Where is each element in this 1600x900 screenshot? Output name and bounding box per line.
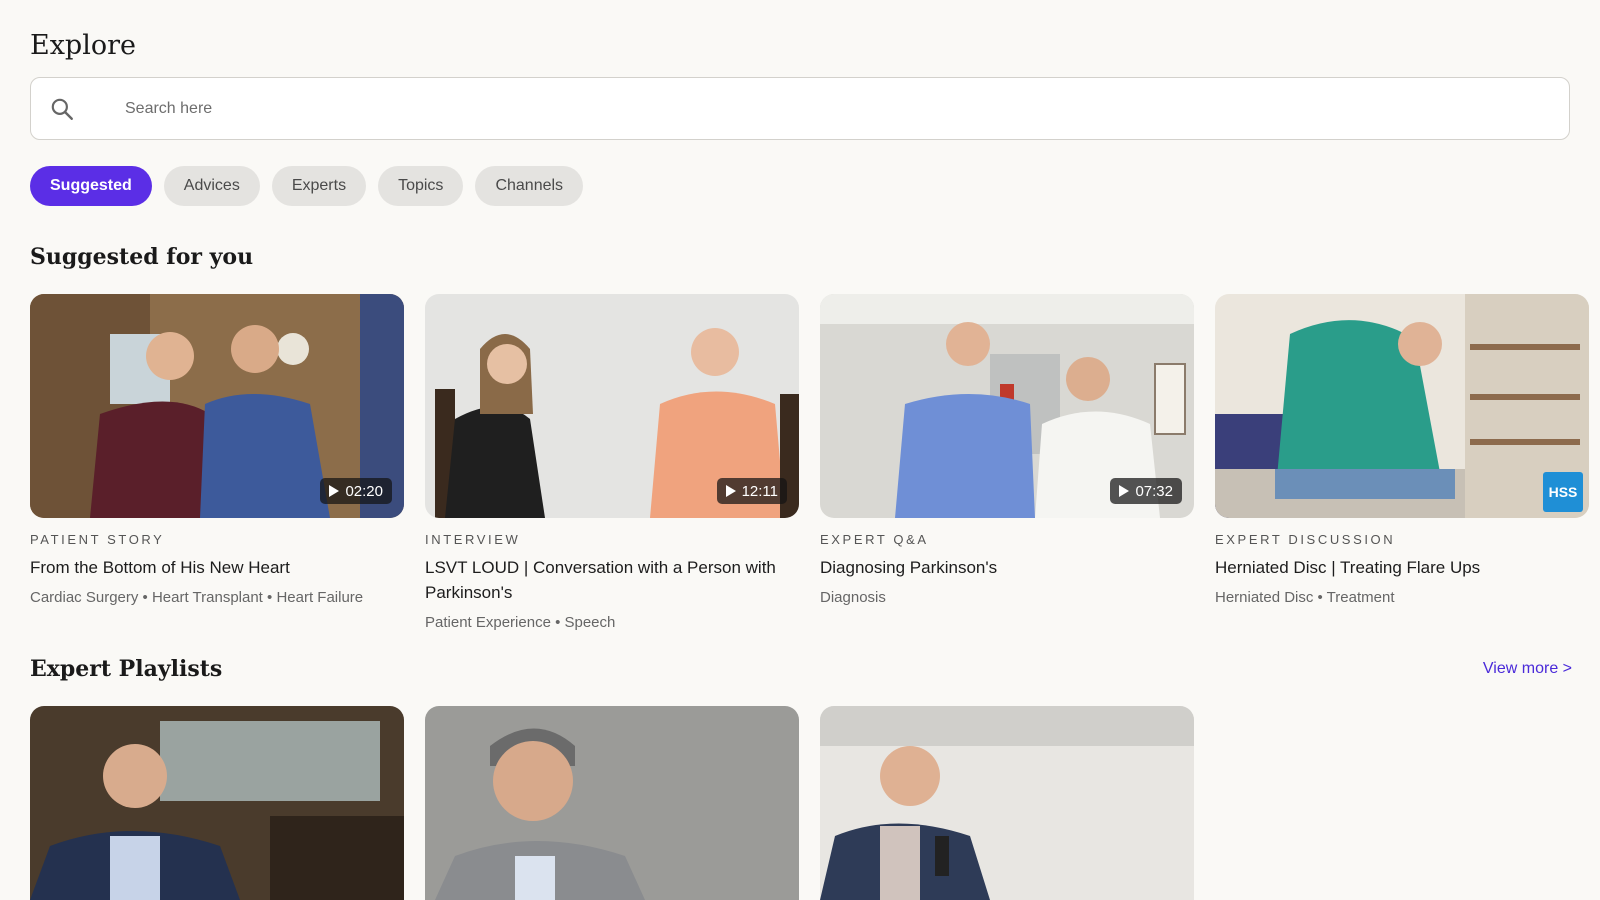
video-thumbnail[interactable]: 12:11 [425, 294, 799, 518]
duration-badge: 02:20 [320, 478, 392, 504]
play-icon [1119, 485, 1130, 497]
video-card[interactable]: HSS EXPERT DISCUSSION Herniated Disc | T… [1215, 294, 1589, 610]
video-tags: Cardiac Surgery • Heart Transplant • Hea… [30, 589, 364, 606]
filter-chip-advices[interactable]: Advices [163, 166, 260, 206]
page-title: Explore [30, 30, 136, 61]
video-thumbnail[interactable]: HSS [1215, 294, 1589, 518]
video-card[interactable]: 12:11 INTERVIEW LSVT LOUD | Conversation… [425, 294, 799, 635]
video-title[interactable]: LSVT LOUD | Conversation with a Person w… [425, 555, 799, 605]
search-bar[interactable] [30, 77, 1570, 140]
video-category: PATIENT STORY [30, 532, 165, 547]
filter-chip-experts[interactable]: Experts [271, 166, 367, 206]
video-tags: Patient Experience • Speech [425, 614, 616, 631]
playlist-card[interactable] [425, 706, 799, 900]
video-thumbnail[interactable]: 07:32 [820, 294, 1194, 518]
section-title-suggested: Suggested for you [30, 244, 254, 270]
filter-chip-channels[interactable]: Channels [475, 166, 584, 206]
video-tags: Herniated Disc • Treatment [1215, 589, 1395, 606]
video-thumbnail[interactable]: 02:20 [30, 294, 404, 518]
filter-chip-suggested[interactable]: Suggested [30, 166, 152, 206]
video-card[interactable]: 07:32 EXPERT Q&A Diagnosing Parkinson's … [820, 294, 1194, 610]
playlist-card[interactable] [30, 706, 404, 900]
video-category: EXPERT Q&A [820, 532, 929, 547]
filter-chip-topics[interactable]: Topics [378, 166, 464, 206]
video-title[interactable]: Diagnosing Parkinson's [820, 555, 1194, 580]
search-icon [51, 98, 73, 120]
playlist-card[interactable] [820, 706, 1194, 900]
hss-logo: HSS [1543, 472, 1583, 512]
play-icon [329, 485, 340, 497]
duration-badge: 12:11 [716, 478, 787, 504]
video-title[interactable]: From the Bottom of His New Heart [30, 555, 404, 580]
video-title[interactable]: Herniated Disc | Treating Flare Ups [1215, 555, 1589, 580]
video-tags: Diagnosis [820, 589, 886, 606]
filter-chips: Suggested Advices Experts Topics Channel… [30, 166, 584, 206]
search-input[interactable] [125, 96, 1525, 122]
section-title-playlists: Expert Playlists [30, 656, 223, 682]
view-more-link[interactable]: View more > [1483, 660, 1572, 678]
video-card[interactable]: 02:20 PATIENT STORY From the Bottom of H… [30, 294, 404, 610]
play-icon [725, 485, 736, 497]
video-category: EXPERT DISCUSSION [1215, 532, 1396, 547]
video-category: INTERVIEW [425, 532, 521, 547]
duration-badge: 07:32 [1110, 478, 1182, 504]
